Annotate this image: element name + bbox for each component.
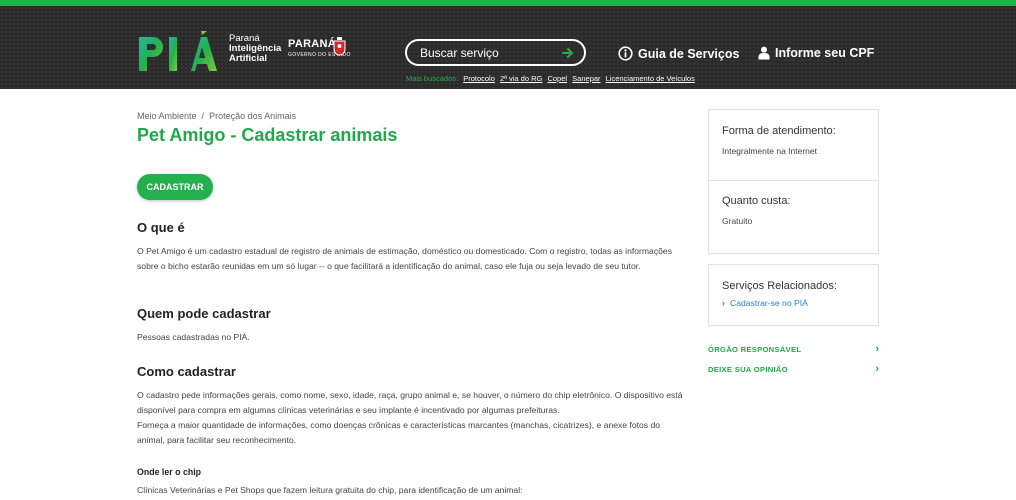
- nav-guia-servicos[interactable]: Guia de Serviços: [618, 46, 739, 61]
- section-text-o-que-e: O Pet Amigo é um cadastro estadual de re…: [137, 246, 672, 271]
- breadcrumb-meio-ambiente[interactable]: Meio Ambiente: [137, 111, 197, 121]
- orgao-responsavel-link[interactable]: ÓRGÃO RESPONSÁVEL ›: [708, 342, 879, 356]
- orgao-responsavel-label: ÓRGÃO RESPONSÁVEL: [708, 344, 802, 354]
- info-icon: [618, 46, 633, 61]
- breadcrumb: Meio Ambiente / Proteção dos Animais: [137, 111, 296, 121]
- hot-link-licenciamento[interactable]: Licenciamento de Veículos: [606, 74, 695, 83]
- hot-link-sanepar[interactable]: Sanepar: [572, 74, 600, 83]
- hot-link-rg[interactable]: 2ª via do RG: [500, 74, 542, 83]
- subsection-title-onde-ler-chip: Onde ler o chip: [137, 467, 202, 477]
- user-icon: [758, 46, 770, 60]
- breadcrumb-protecao-animais[interactable]: Proteção dos Animais: [209, 111, 296, 121]
- parana-gov-logo[interactable]: PARANÁ GOVERNO DO ESTADO: [288, 37, 351, 58]
- deixe-opiniao-link[interactable]: DEIXE SUA OPINIÃO ›: [708, 362, 879, 376]
- site-header: Paraná Inteligência Artificial PARANÁ GO…: [0, 6, 1016, 89]
- section-title-o-que-e: O que é: [137, 220, 185, 235]
- chevron-right-icon: ›: [875, 343, 879, 355]
- pia-logo[interactable]: [137, 31, 217, 73]
- section-text-como-cadastrar-2: Forneça a maior quantidade de informaçõe…: [137, 420, 661, 445]
- quanto-custa-label: Quanto custa:: [722, 195, 791, 207]
- section-text-quem-pode: Pessoas cadastradas no PIÁ.: [137, 332, 250, 342]
- section-title-como-cadastrar: Como cadastrar: [137, 364, 236, 379]
- most-searched: Mais buscados: Protocolo 2ª via do RG Co…: [406, 74, 698, 83]
- servicos-relacionados-label: Serviços Relacionados:: [722, 280, 837, 292]
- section-text-como-cadastrar-1: O cadastro pede informações gerais, como…: [137, 390, 683, 415]
- card-divider: [709, 180, 878, 181]
- arrow-right-icon[interactable]: [561, 46, 575, 60]
- related-link-label: Cadastrar-se no PIÁ: [730, 298, 808, 308]
- related-link-cadastrar-pia[interactable]: › Cadastrar-se no PIÁ: [722, 298, 837, 308]
- hot-link-protocolo[interactable]: Protocolo: [463, 74, 495, 83]
- cadastrar-button[interactable]: CADASTRAR: [137, 174, 213, 200]
- nav-informe-cpf[interactable]: Informe seu CPF: [758, 46, 874, 60]
- most-searched-label: Mais buscados:: [406, 74, 459, 83]
- nav-guia-label: Guia de Serviços: [638, 46, 740, 61]
- logo-sub-line3: Artificial: [229, 53, 268, 64]
- related-services-card: Serviços Relacionados: › Cadastrar-se no…: [708, 264, 879, 326]
- section-title-quem-pode: Quem pode cadastrar: [137, 306, 271, 321]
- forma-atendimento-value: Integralmente na Internet: [722, 146, 817, 156]
- quanto-custa-value: Gratuito: [722, 216, 753, 226]
- forma-atendimento-label: Forma de atendimento:: [722, 125, 836, 137]
- search-box: [405, 39, 586, 66]
- chevron-right-icon: ›: [722, 298, 725, 308]
- service-info-card: Forma de atendimento: Integralmente na I…: [708, 109, 879, 254]
- hot-link-copel[interactable]: Copel: [547, 74, 567, 83]
- subsection-text-onde-ler-chip: Clínicas Veterinárias e Pet Shops que fa…: [137, 485, 523, 495]
- coat-of-arms-icon: [333, 37, 346, 56]
- nav-cpf-label: Informe seu CPF: [775, 46, 875, 60]
- breadcrumb-separator: /: [201, 111, 205, 121]
- logo-subtitle: Paraná Inteligência Artificial: [229, 34, 281, 64]
- page-title: Pet Amigo - Cadastrar animais: [137, 125, 398, 145]
- chevron-right-icon: ›: [875, 363, 879, 375]
- search-input[interactable]: [420, 45, 560, 61]
- deixe-opiniao-label: DEIXE SUA OPINIÃO: [708, 364, 788, 374]
